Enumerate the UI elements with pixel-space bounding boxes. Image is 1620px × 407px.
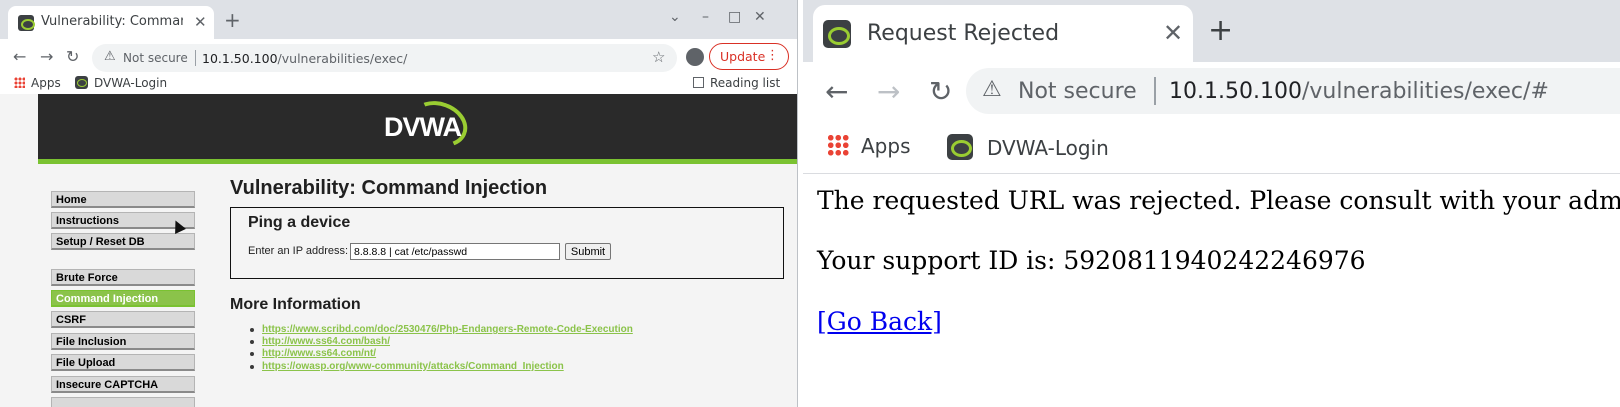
menu-item-setup[interactable]: Setup / Reset DB [51, 233, 195, 250]
bookmark-dvwa-login[interactable]: DVWA-Login [75, 76, 167, 90]
dvwa-header: DVWA [38, 93, 797, 164]
reload-icon[interactable]: ↻ [66, 47, 79, 66]
dvwa-logo: DVWA [374, 93, 484, 155]
link-ss64-bash[interactable]: http://www.ss64.com/bash/ [250, 336, 390, 347]
update-button[interactable]: Update ⋮ [709, 43, 789, 70]
right-browser-window: Request Rejected ✕ + ← → ↻ ⚠ Not secure … [803, 0, 1620, 407]
ip-label: Enter an IP address: [248, 245, 349, 257]
tab-close-icon[interactable]: ✕ [194, 13, 207, 31]
apps-grid-icon [14, 77, 25, 88]
rejection-page: The requested URL was rejected. Please c… [803, 174, 1620, 407]
reading-list-icon [693, 77, 704, 88]
link-scribd[interactable]: https://www.scribd.com/doc/2530476/Php-E… [250, 324, 633, 335]
address-bar[interactable]: ⚠ Not secure 10.1.50.100/vulnerabilities… [92, 44, 677, 72]
address-separator [1154, 77, 1156, 105]
bookmark-apps[interactable]: Apps [827, 134, 911, 158]
ip-address-input[interactable]: 8.8.8.8 | cat /etc/passwd [350, 243, 560, 260]
address-separator [195, 50, 196, 66]
browser-toolbar: ← → ↻ ⚠ Not secure 10.1.50.100/vulnerabi… [0, 39, 797, 75]
menu-item-brute-force[interactable]: Brute Force [51, 269, 195, 286]
support-id-text: Your support ID is: 5920811940242246976 [817, 246, 1366, 275]
minimize-icon[interactable]: – [702, 9, 709, 25]
menu-item-csrf[interactable]: CSRF [51, 311, 195, 328]
reload-icon[interactable]: ↻ [929, 75, 952, 108]
menu-item-insecure-captcha[interactable]: Insecure CAPTCHA [51, 376, 195, 393]
dvwa-favicon-icon [75, 76, 88, 89]
profile-avatar-icon[interactable] [686, 48, 704, 66]
reading-list[interactable]: Reading list [693, 76, 780, 90]
warning-icon: ⚠ [104, 49, 116, 64]
tab-title: Vulnerability: Command Inj [41, 14, 183, 29]
maximize-icon[interactable]: □ [728, 9, 741, 25]
menu-item-command-injection[interactable]: Command Injection [51, 290, 195, 307]
page-title: Vulnerability: Command Injection [230, 177, 548, 199]
tab-strip: Vulnerability: Command Inj ✕ + ⌄ – □ ✕ [0, 0, 797, 39]
url-text: 10.1.50.100/vulnerabilities/exec/ [202, 51, 408, 66]
dvwa-page: DVWA Home Instructions Setup / Reset DB … [0, 93, 797, 407]
forward-icon[interactable]: → [40, 47, 53, 66]
menu-item-home[interactable]: Home [51, 191, 195, 208]
back-icon[interactable]: ← [825, 75, 848, 108]
menu-item-file-upload[interactable]: File Upload [51, 354, 195, 371]
bookmarks-bar: Apps DVWA-Login [803, 120, 1620, 174]
browser-tab-active[interactable]: Request Rejected ✕ [813, 5, 1193, 62]
left-browser-window: Vulnerability: Command Inj ✕ + ⌄ – □ ✕ ←… [0, 0, 798, 407]
go-back-link[interactable]: [Go Back] [817, 307, 942, 336]
tab-strip: Request Rejected ✕ + [803, 0, 1620, 62]
menu-dots-icon[interactable]: ⋮ [766, 48, 779, 63]
rejection-message: The requested URL was rejected. Please c… [817, 186, 1620, 215]
security-label: Not secure [1018, 79, 1137, 104]
ping-heading: Ping a device [248, 214, 351, 231]
url-text: 10.1.50.100/vulnerabilities/exec/# [1169, 79, 1549, 104]
browser-toolbar: ← → ↻ ⚠ Not secure 10.1.50.100/vulnerabi… [803, 62, 1620, 120]
browser-tab-active[interactable]: Vulnerability: Command Inj ✕ [8, 6, 214, 39]
tab-close-icon[interactable]: ✕ [1163, 19, 1183, 47]
more-info-heading: More Information [230, 296, 361, 313]
dvwa-favicon-icon [18, 15, 35, 31]
warning-icon: ⚠ [982, 77, 1002, 102]
bookmark-star-icon[interactable]: ☆ [652, 48, 665, 66]
ping-form: Ping a device Enter an IP address: 8.8.8… [230, 207, 784, 279]
bookmark-dvwa-login[interactable]: DVWA-Login [947, 134, 1109, 160]
security-label: Not secure [123, 51, 188, 65]
dvwa-favicon-icon [823, 20, 851, 48]
link-owasp[interactable]: https://owasp.org/www-community/attacks/… [250, 361, 564, 372]
submit-button[interactable]: Submit [565, 243, 611, 260]
back-icon[interactable]: ← [13, 47, 26, 66]
link-ss64-nt[interactable]: http://www.ss64.com/nt/ [249, 348, 376, 359]
menu-item-file-inclusion[interactable]: File Inclusion [51, 333, 195, 350]
menu-item-partial[interactable] [51, 397, 195, 407]
dvwa-favicon-icon [947, 134, 973, 160]
new-tab-icon[interactable]: + [224, 8, 241, 32]
tab-title: Request Rejected [867, 21, 1060, 46]
bookmark-apps[interactable]: Apps [14, 76, 61, 90]
apps-grid-icon [827, 134, 849, 156]
address-bar[interactable]: ⚠ Not secure 10.1.50.100/vulnerabilities… [966, 68, 1620, 114]
new-tab-icon[interactable]: + [1208, 13, 1233, 48]
bookmarks-bar: Apps DVWA-Login Reading list [0, 75, 797, 94]
tab-search-icon[interactable]: ⌄ [669, 9, 681, 25]
close-window-icon[interactable]: ✕ [754, 9, 766, 25]
forward-icon[interactable]: → [877, 75, 900, 108]
